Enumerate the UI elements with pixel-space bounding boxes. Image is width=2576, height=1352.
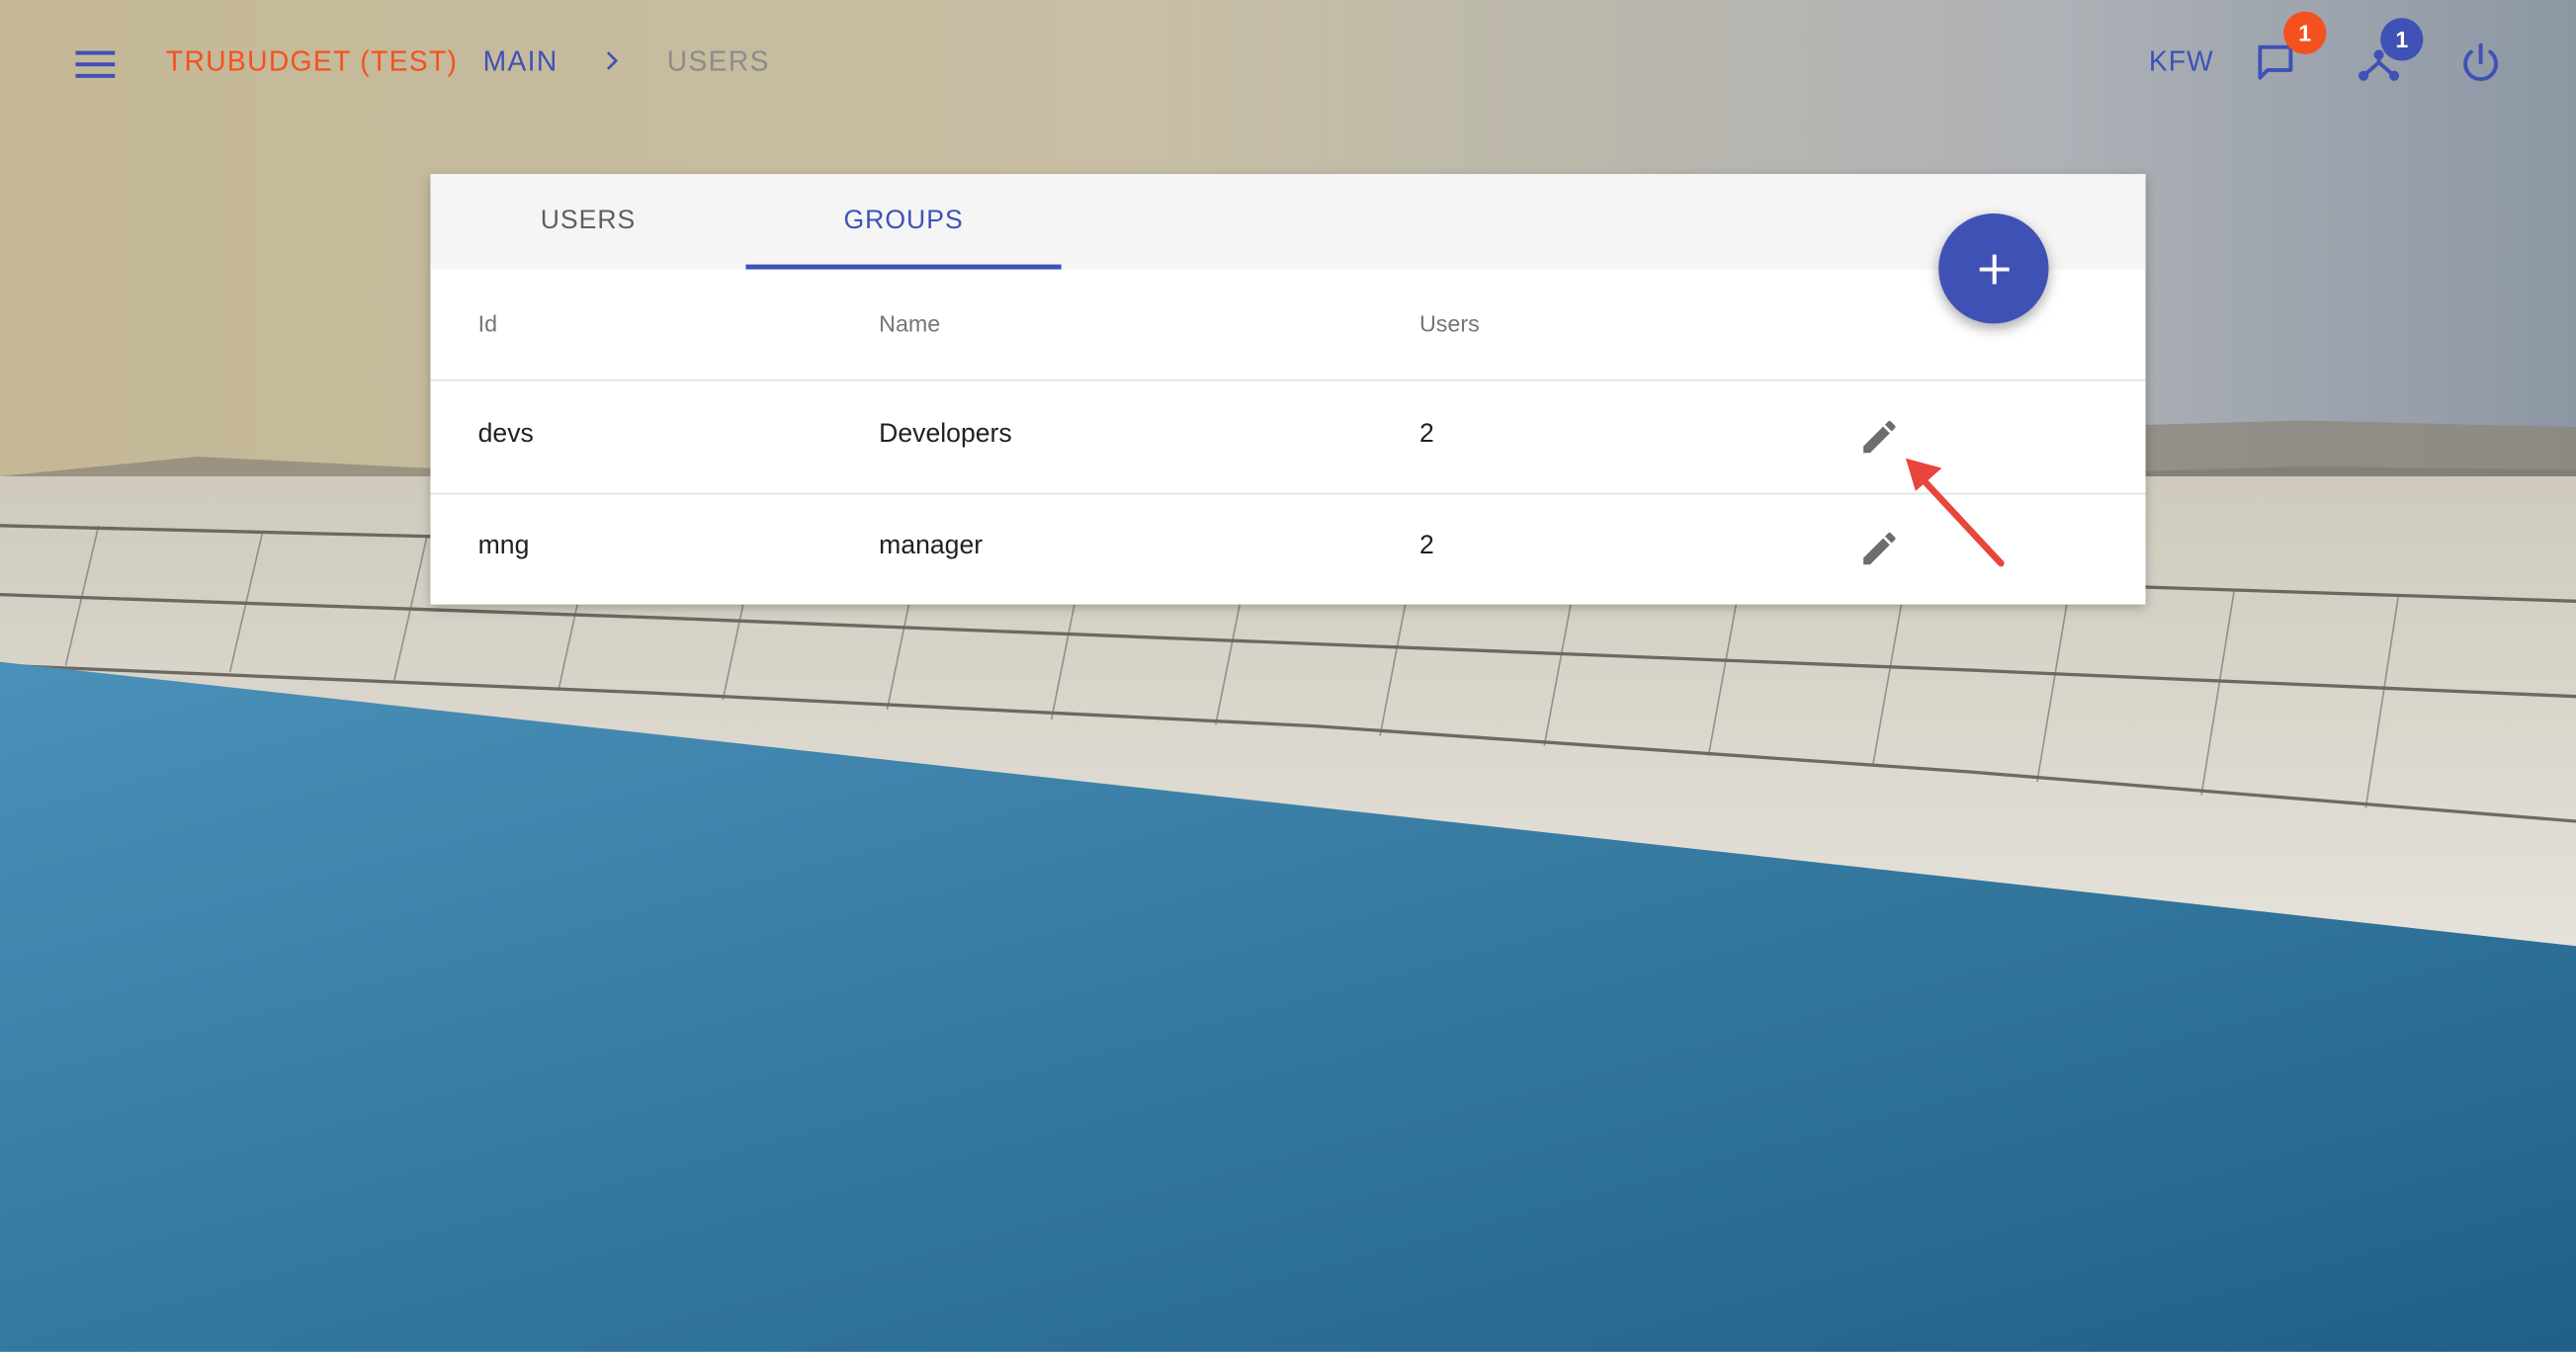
chevron-right-icon: [606, 51, 619, 70]
power-icon: [2463, 42, 2499, 82]
tab-users[interactable]: USERS: [430, 174, 745, 269]
cell-name: Developers: [879, 420, 1012, 449]
network-badge: 1: [2380, 18, 2424, 61]
organization-label: KFW: [2148, 45, 2214, 78]
tab-bar: USERS GROUPS: [430, 174, 2146, 270]
menu-button[interactable]: [59, 37, 131, 93]
cell-id: devs: [477, 420, 534, 449]
add-group-button[interactable]: [1938, 213, 2049, 324]
menu-icon: [75, 50, 116, 78]
cell-name: manager: [879, 532, 984, 560]
cell-users: 2: [1418, 532, 1434, 560]
app-bar: TRUBUDGET (TEST) MAIN USERS KFW 1 1: [0, 0, 2576, 125]
table-header: Id Name Users: [430, 270, 2146, 381]
annotation-arrow-icon: [1905, 458, 2005, 567]
column-header-name: Name: [879, 310, 941, 337]
app-title[interactable]: TRUBUDGET (TEST): [166, 46, 458, 79]
breadcrumb-main[interactable]: MAIN: [483, 46, 558, 79]
column-header-id: Id: [477, 310, 498, 337]
page: TRUBUDGET (TEST) MAIN USERS KFW 1 1 USER…: [0, 0, 2576, 1352]
plus-icon: [1978, 253, 2009, 284]
tab-groups[interactable]: GROUPS: [746, 174, 1062, 269]
breadcrumb-current: USERS: [666, 45, 770, 78]
logout-button[interactable]: [2445, 27, 2517, 99]
cell-id: mng: [477, 532, 530, 560]
column-header-users: Users: [1418, 310, 1480, 337]
notifications-badge: 1: [2283, 11, 2327, 54]
cell-users: 2: [1418, 420, 1434, 449]
